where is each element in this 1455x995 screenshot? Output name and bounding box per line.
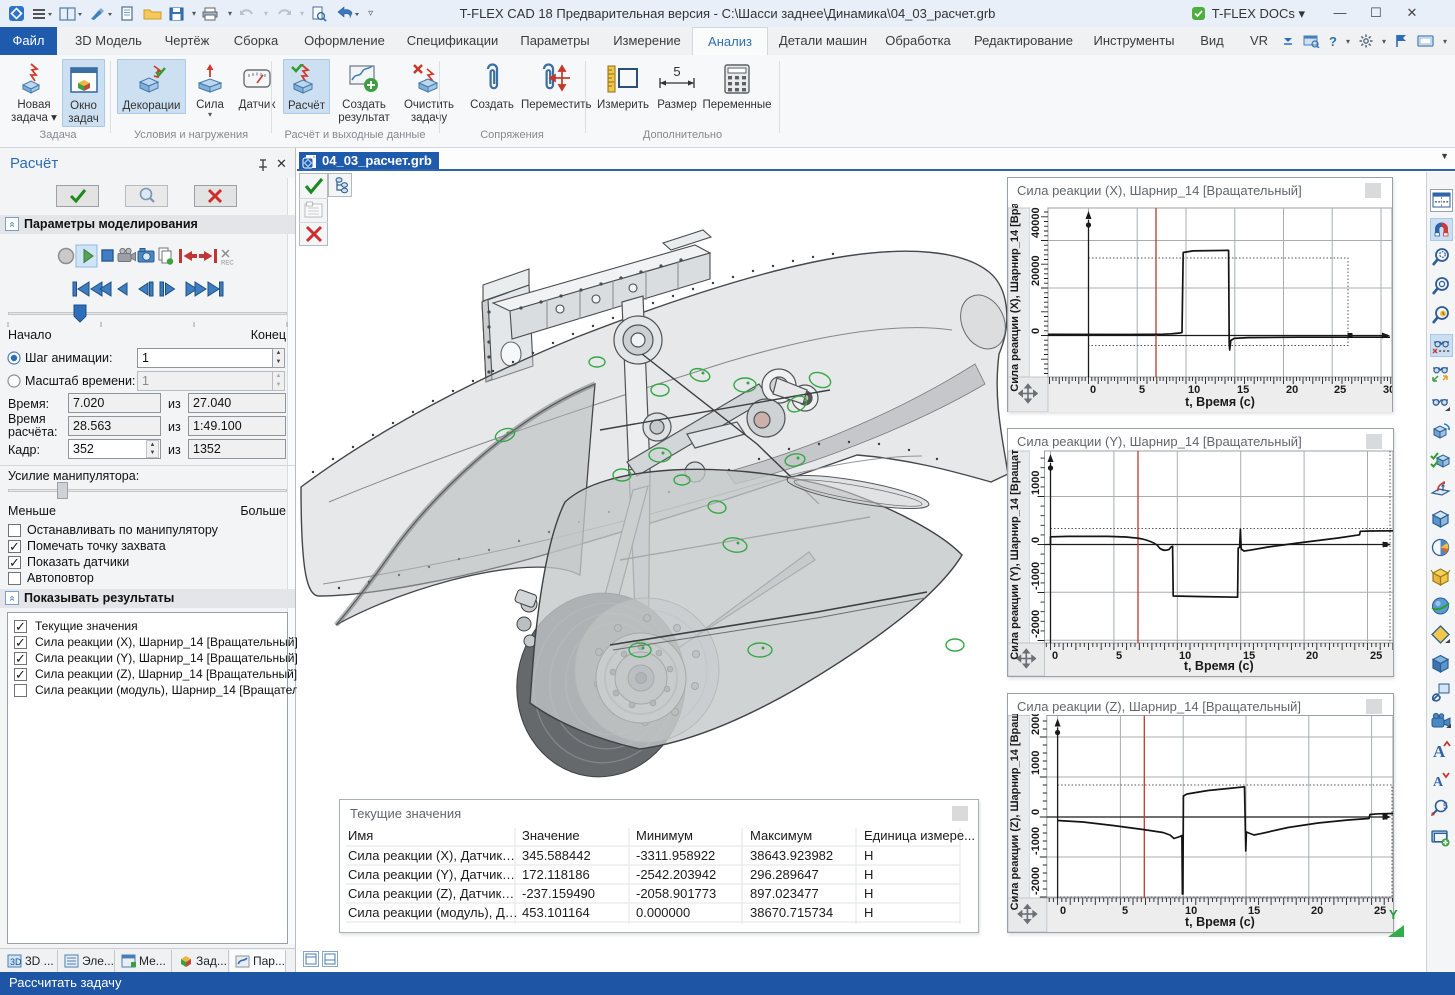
svg-text:-2000: -2000 [1030, 867, 1042, 895]
svg-text:Сила реакции (Y), Шарнир_14 [В: Сила реакции (Y), Шарнир_14 [Вращате... [1009, 449, 1021, 660]
svg-text:A: A [1433, 775, 1444, 790]
svg-text:-1000: -1000 [1030, 562, 1042, 590]
svg-text:0: 0 [1030, 809, 1042, 815]
svg-text:-2000: -2000 [1030, 610, 1042, 638]
svg-text:0: 0 [1052, 650, 1058, 662]
svg-text:0: 0 [1030, 328, 1042, 334]
svg-text:20000: 20000 [1030, 255, 1042, 286]
svg-text:t, Время (с): t, Время (с) [1185, 915, 1255, 929]
svg-text:25: 25 [1370, 650, 1382, 662]
svg-text:0: 0 [1060, 905, 1066, 917]
svg-text:25: 25 [1334, 384, 1346, 396]
svg-text:1000: 1000 [1030, 471, 1042, 495]
svg-text:2000: 2000 [1030, 714, 1042, 735]
svg-text:Сила реакции (Z), Шарнир_14 [В: Сила реакции (Z), Шарнир_14 [Вращ... [1009, 714, 1021, 910]
svg-text:5: 5 [1122, 905, 1128, 917]
svg-text:t, Время (с): t, Время (с) [1185, 395, 1255, 409]
svg-text:5: 5 [1116, 650, 1122, 662]
svg-text:5: 5 [1443, 801, 1448, 811]
svg-text:t, Время (с): t, Время (с) [1184, 659, 1254, 673]
svg-text:0: 0 [1030, 537, 1042, 543]
svg-text:25: 25 [1374, 905, 1386, 917]
svg-text:0: 0 [1090, 384, 1096, 396]
svg-text:20: 20 [1306, 650, 1318, 662]
svg-text:1000: 1000 [1030, 751, 1042, 775]
svg-text:3D: 3D [10, 957, 22, 967]
svg-text:REC: REC [221, 261, 234, 267]
svg-text:20: 20 [1311, 905, 1323, 917]
svg-text:40000: 40000 [1030, 207, 1042, 238]
svg-text:5: 5 [673, 64, 680, 79]
svg-text:5: 5 [1139, 384, 1145, 396]
svg-text:-1000: -1000 [1030, 827, 1042, 855]
svg-text:30: 30 [1383, 384, 1392, 396]
svg-text:20: 20 [1286, 384, 1298, 396]
svg-text:Сила реакции (X), Шарнир_14 [В: Сила реакции (X), Шарнир_14 [Вра... [1009, 204, 1021, 392]
